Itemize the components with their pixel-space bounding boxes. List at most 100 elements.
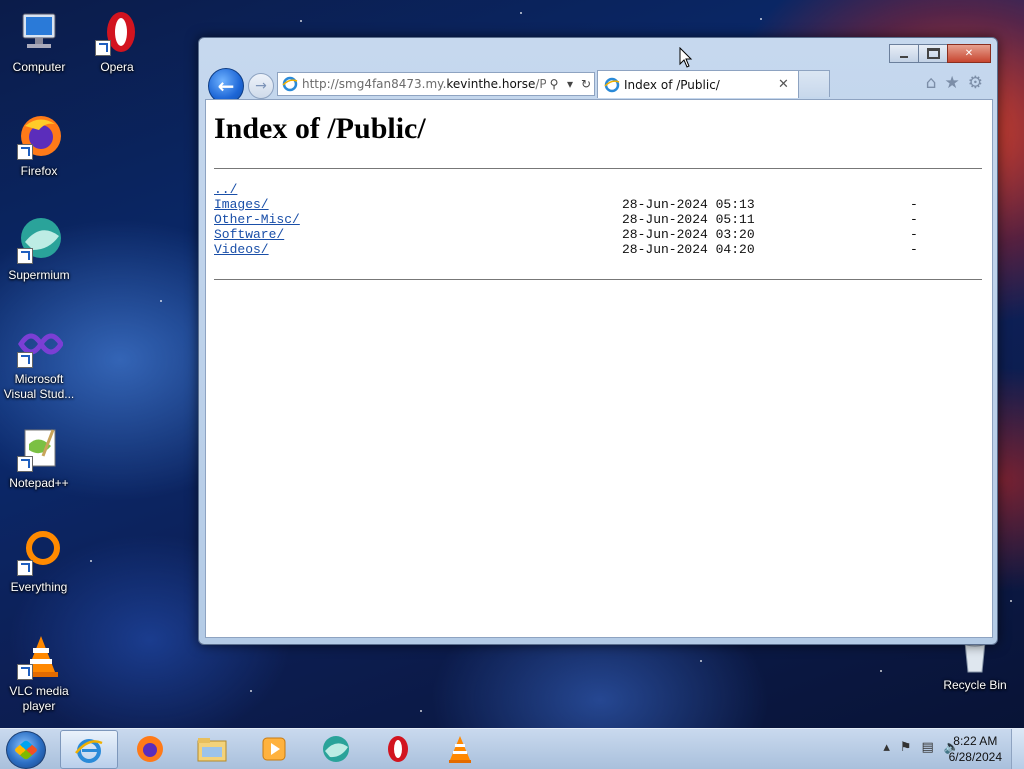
forward-arrow-icon: → [255,78,267,94]
desktop-icon-label: Everything [10,580,68,594]
close-button[interactable]: ✕ [947,44,991,63]
clock-time: 8:22 AM [953,734,998,748]
desktop-icon-firefox[interactable]: Firefox [1,112,77,179]
desktop-icon-vlc[interactable]: VLC media player [1,632,77,714]
start-button[interactable] [6,731,46,769]
page-content: Index of /Public/ ../ Images/ 28-Jun-202… [205,99,993,638]
taskbar: ▴ ⚑ ▤ 🔈 8:22 AM 6/28/2024 [0,728,1024,769]
address-url-path: /Publ [535,77,546,91]
firefox-icon [137,735,163,762]
taskbar-opera-button[interactable] [370,730,426,767]
computer-icon [15,8,63,56]
taskbar-vlc-button[interactable] [432,730,488,767]
opera-icon [388,735,408,762]
address-url-prefix: http://smg4fan8473.my. [302,77,447,91]
desktop-icon-label: Recycle Bin [943,678,1007,692]
system-clock[interactable]: 8:22 AM 6/28/2024 [949,733,1002,765]
vlc-icon [15,632,63,680]
forward-button[interactable]: → [248,73,274,99]
shortcut-arrow-icon [95,40,111,56]
network-icon[interactable]: ▤ [922,740,934,755]
shortcut-arrow-icon [17,664,33,680]
minimize-button[interactable] [889,44,919,63]
shortcut-arrow-icon [17,456,33,472]
desktop-icon-everything[interactable]: Everything [1,528,77,595]
vlc-icon [449,735,471,763]
desktop-icon-label: Firefox [20,164,58,178]
firefox-icon [15,112,63,160]
desktop-icon-notepadpp[interactable]: Notepad++ [1,424,77,491]
entry-date: 28-Jun-2024 05:11 [622,212,755,227]
desktop-icon-supermium[interactable]: Supermium [1,216,77,283]
show-hidden-icons-icon[interactable]: ▴ [883,740,890,755]
desktop-icon-label: Microsoft Visual Stud... [3,372,75,401]
taskbar-ie-button[interactable] [60,730,118,769]
desktop-icon-label: VLC media player [9,684,69,713]
list-item: Images/ 28-Jun-2024 05:13 - [214,197,992,212]
shortcut-arrow-icon [17,560,33,576]
entry-size: - [910,197,918,212]
favorites-star-icon[interactable]: ★ [945,73,960,93]
opera-icon [93,8,141,56]
list-item: Other-Misc/ 28-Jun-2024 05:11 - [214,212,992,227]
directory-listing: ../ Images/ 28-Jun-2024 05:13 - Other-Mi… [214,182,992,257]
entry-date: 28-Jun-2024 03:20 [622,227,755,242]
new-tab-button[interactable] [798,70,830,97]
supermium-icon [15,216,63,264]
ie-tab-icon [604,77,620,92]
page-title: Index of /Public/ [214,112,426,145]
shortcut-arrow-icon [17,144,33,160]
entry-link-videos[interactable]: Videos/ [214,242,269,257]
desktop-icon-label: Computer [12,60,66,74]
browser-tools: ⌂ ★ ⚙ [926,73,983,93]
action-center-flag-icon[interactable]: ⚑ [900,740,912,755]
gear-icon[interactable]: ⚙ [968,73,983,93]
shortcut-arrow-icon [17,248,33,264]
entry-size: - [910,227,918,242]
back-arrow-icon: ← [217,74,235,98]
visual-studio-icon [15,320,64,368]
desktop-icon-recycle-bin[interactable]: Recycle Bin [937,639,1013,693]
tab-index-of-public[interactable]: Index of /Public/ ✕ [597,70,799,98]
parent-directory-link[interactable]: ../ [214,182,237,197]
entry-link-other-misc[interactable]: Other-Misc/ [214,212,300,227]
desktop-icon-label: Supermium [8,268,70,282]
tab-close-icon[interactable]: ✕ [778,77,794,92]
entry-date: 28-Jun-2024 04:20 [622,242,755,257]
navigation-bar: ← → http://smg4fan8473.my.kevinthe.horse… [205,67,991,104]
divider [214,168,982,169]
everything-icon [15,528,63,576]
desktop-icon-visual-studio[interactable]: Microsoft Visual Stud... [1,320,77,402]
ie-page-icon [282,76,298,92]
entry-link-images[interactable]: Images/ [214,197,269,212]
show-desktop-button[interactable] [1011,729,1024,769]
supermium-icon [323,735,349,762]
window-caption-buttons: ✕ [889,44,991,63]
taskbar-firefox-button[interactable] [122,730,178,767]
address-url[interactable]: http://smg4fan8473.my.kevinthe.horse/Pub… [302,77,546,91]
address-url-domain: kevinthe.horse [446,77,536,91]
search-icon[interactable]: ⚲ [546,77,562,91]
media-player-icon [262,737,286,760]
desktop-icon-label: Notepad++ [9,476,69,490]
address-bar[interactable]: http://smg4fan8473.my.kevinthe.horse/Pub… [277,72,595,96]
entry-date: 28-Jun-2024 05:13 [622,197,755,212]
dropdown-chevron-icon[interactable]: ▾ [562,77,578,91]
recycle-bin-icon [951,639,999,674]
maximize-button[interactable] [918,44,948,63]
divider [214,279,982,280]
clock-date: 6/28/2024 [948,750,1002,764]
refresh-icon[interactable]: ↻ [578,77,594,91]
desktop-icon-opera[interactable]: Opera [79,8,155,75]
browser-window[interactable]: ✕ ← → http://smg4fan8473.my.kevinthe.hor… [198,37,998,645]
taskbar-explorer-button[interactable] [184,730,240,767]
desktop-icon-computer[interactable]: Computer [1,8,77,75]
taskbar-media-player-button[interactable] [246,730,302,767]
list-item: Software/ 28-Jun-2024 03:20 - [214,227,992,242]
taskbar-supermium-button[interactable] [308,730,364,767]
folder-icon [197,737,227,761]
home-icon[interactable]: ⌂ [926,73,937,93]
list-item: Videos/ 28-Jun-2024 04:20 - [214,242,992,257]
entry-link-software[interactable]: Software/ [214,227,284,242]
shortcut-arrow-icon [17,352,33,368]
